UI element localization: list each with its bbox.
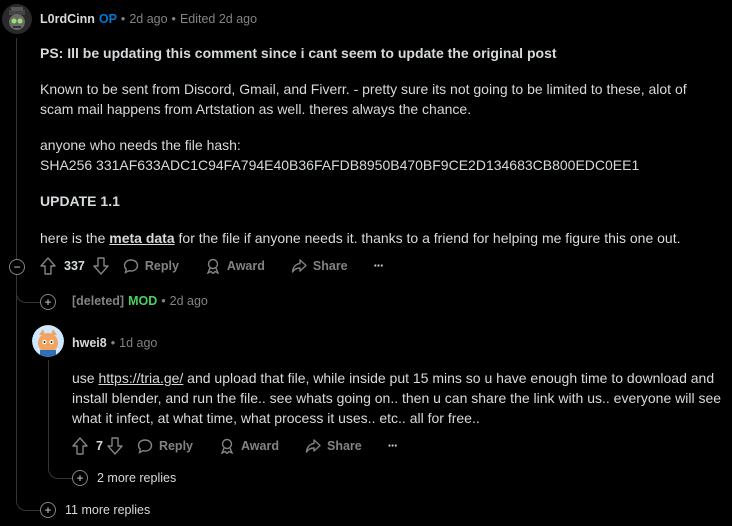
thread-elbow	[48, 460, 73, 479]
ps-line: PS: Ill be updating this comment since i…	[40, 45, 557, 61]
award-button[interactable]: Award	[205, 258, 265, 274]
upvote-icon[interactable]	[40, 257, 56, 275]
meta-line-post: for the file if anyone needs it. thanks …	[174, 230, 681, 246]
vote-count: 7	[96, 439, 103, 453]
hash-label: anyone who needs the file hash:	[40, 137, 241, 153]
award-button[interactable]: Award	[219, 438, 279, 454]
triage-link[interactable]: https://tria.ge/	[98, 370, 183, 386]
award-icon	[206, 258, 220, 274]
reply-button[interactable]: Reply	[123, 258, 179, 274]
reply-icon	[137, 439, 153, 454]
username: [deleted]	[72, 294, 125, 308]
separator: •	[171, 12, 176, 26]
separator: •	[120, 12, 126, 26]
separator: •	[110, 336, 116, 350]
expand-button[interactable]: +	[72, 470, 88, 486]
share-label: Share	[312, 259, 348, 273]
meta-data-link[interactable]: meta data	[109, 230, 174, 246]
body-text: install blender, and run the file.. see …	[72, 390, 722, 406]
vote-count: 337	[64, 259, 85, 273]
award-label: Award	[241, 439, 279, 453]
more-replies-link[interactable]: 11 more replies	[65, 503, 150, 517]
reply-label: Reply	[144, 259, 179, 273]
comment-header: [deleted] MOD • 2d ago	[72, 294, 208, 308]
edited-label: Edited 2d ago	[179, 12, 258, 26]
reply-label: Reply	[158, 439, 193, 453]
timestamp[interactable]: 2d ago	[170, 294, 208, 308]
action-bar: 337 Reply Award Share ···	[40, 257, 384, 275]
mod-badge: MOD	[128, 294, 158, 308]
body-text: Known to be sent from Discord, Gmail, an…	[40, 81, 687, 97]
award-icon	[220, 438, 234, 454]
more-replies-link[interactable]: 2 more replies	[97, 471, 176, 485]
share-button[interactable]: Share	[291, 258, 348, 274]
share-label: Share	[326, 439, 362, 453]
more-options-button[interactable]: ···	[374, 259, 384, 273]
avatar[interactable]	[2, 4, 32, 34]
avatar-image-icon	[2, 4, 32, 34]
thread-elbow	[16, 492, 41, 511]
op-badge: OP	[98, 12, 117, 26]
hash-value: SHA256 331AF633ADC1C94FA794E40B36FAFDB89…	[40, 157, 640, 173]
reply-button[interactable]: Reply	[137, 438, 193, 454]
expand-button[interactable]: +	[40, 294, 56, 310]
avatar-image-icon	[32, 325, 64, 357]
line1-pre: use	[72, 370, 99, 386]
action-bar: 7 Reply Award Share ···	[72, 437, 398, 455]
downvote-icon[interactable]	[107, 437, 123, 455]
share-icon	[291, 259, 307, 273]
update-heading: UPDATE 1.1	[40, 193, 120, 209]
body-text: scam mail happens from Artstation as wel…	[40, 101, 472, 117]
username[interactable]: L0rdCinn	[40, 12, 95, 26]
comment-header: hwei8 • 1d ago	[72, 336, 157, 350]
comment-header: L0rdCinn OP • 2d ago • Edited 2d ago	[40, 12, 257, 26]
timestamp[interactable]: 2d ago	[129, 12, 167, 26]
share-icon	[305, 439, 321, 453]
meta-line-pre: here is the	[40, 230, 110, 246]
avatar[interactable]	[32, 325, 64, 357]
reply-icon	[123, 259, 139, 274]
upvote-icon[interactable]	[72, 437, 88, 455]
timestamp[interactable]: 1d ago	[119, 336, 157, 350]
body-text: use https://tria.ge/ and upload that fil…	[72, 368, 714, 388]
collapse-button[interactable]: −	[9, 259, 25, 275]
separator: •	[161, 294, 166, 308]
award-label: Award	[226, 259, 265, 273]
thread-elbow	[16, 280, 41, 303]
more-options-button[interactable]: ···	[388, 439, 398, 453]
expand-button[interactable]: +	[40, 502, 56, 518]
downvote-icon[interactable]	[93, 257, 109, 275]
share-button[interactable]: Share	[305, 438, 362, 454]
username[interactable]: hwei8	[72, 336, 107, 350]
meta-data-line: here is the meta data for the file if an…	[40, 228, 680, 248]
line1-post: and upload that file, while inside put 1…	[183, 370, 715, 386]
thread-line-hwei8[interactable]	[48, 360, 49, 460]
body-text: what it infect, at what time, what proce…	[72, 410, 480, 426]
